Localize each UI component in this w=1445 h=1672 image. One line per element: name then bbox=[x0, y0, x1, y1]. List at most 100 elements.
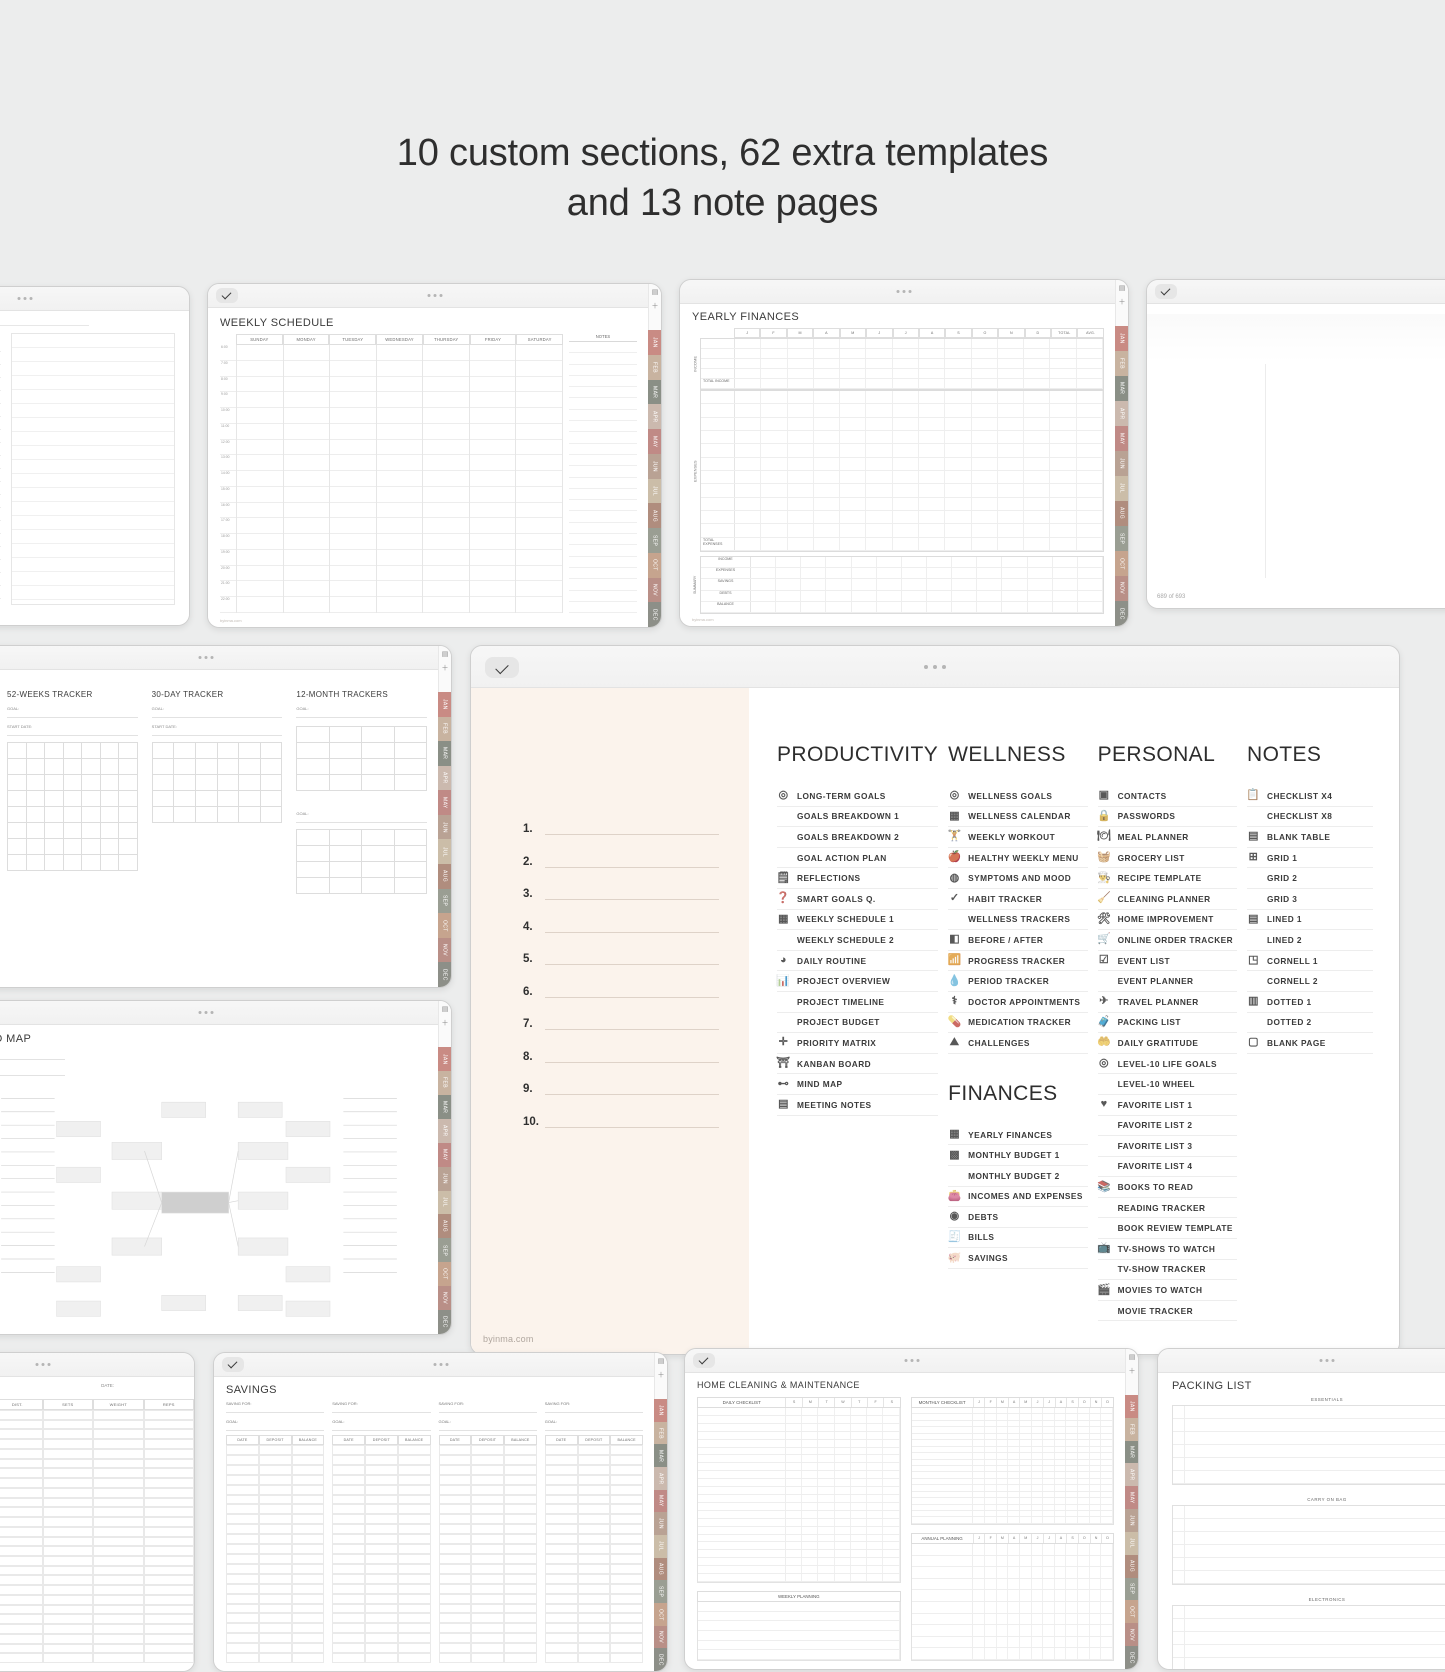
month-tab-may[interactable]: MAY bbox=[438, 1143, 451, 1167]
toc-item[interactable]: ▤BLANK TABLE bbox=[1247, 827, 1373, 848]
table-row[interactable] bbox=[698, 1432, 900, 1440]
table-row[interactable] bbox=[0, 1614, 194, 1624]
table-row[interactable] bbox=[332, 1514, 430, 1524]
table-row[interactable] bbox=[332, 1465, 430, 1475]
table-row[interactable] bbox=[226, 1574, 324, 1584]
toc-item[interactable]: ⚕DOCTOR APPOINTMENTS bbox=[948, 992, 1087, 1013]
month-tab-may[interactable]: MAY bbox=[438, 790, 451, 815]
month-tab-jan[interactable]: JAN bbox=[1125, 1395, 1138, 1418]
table-row[interactable] bbox=[698, 1416, 900, 1424]
toc-item[interactable]: 🛒ONLINE ORDER TRACKER bbox=[1098, 930, 1237, 951]
day-column[interactable] bbox=[236, 345, 283, 613]
list-item[interactable]: 5. bbox=[523, 953, 719, 965]
toc-item[interactable]: ◧BEFORE / AFTER bbox=[948, 930, 1087, 951]
toc-item[interactable]: •FAVORITE LIST 3 bbox=[1098, 1136, 1237, 1157]
toc-item[interactable]: •READING TRACKER bbox=[1098, 1198, 1237, 1219]
write-line[interactable] bbox=[545, 953, 719, 965]
month-tab-nov[interactable]: NOV bbox=[1115, 576, 1128, 601]
toc-item[interactable]: •EVENT PLANNER bbox=[1098, 971, 1237, 992]
toc-item[interactable]: ♥FAVORITE LIST 1 bbox=[1098, 1095, 1237, 1116]
table-row[interactable] bbox=[545, 1584, 643, 1594]
toc-item[interactable]: •TV-SHOW TRACKER bbox=[1098, 1260, 1237, 1281]
table-row[interactable] bbox=[439, 1594, 537, 1604]
table-row[interactable] bbox=[439, 1584, 537, 1594]
list-item[interactable]: 6. bbox=[523, 986, 719, 998]
table-row[interactable] bbox=[545, 1623, 643, 1633]
write-line[interactable] bbox=[545, 1083, 719, 1095]
table-row[interactable] bbox=[226, 1544, 324, 1554]
table-row[interactable] bbox=[439, 1633, 537, 1643]
month-tab-aug[interactable]: AUG bbox=[1115, 501, 1128, 526]
month-tab-jan[interactable]: JAN bbox=[438, 1047, 451, 1071]
table-row[interactable] bbox=[439, 1604, 537, 1614]
toc-item[interactable]: •GRID 3 bbox=[1247, 889, 1373, 910]
table-row[interactable] bbox=[698, 1495, 900, 1503]
chevron-down-icon[interactable] bbox=[222, 1357, 244, 1372]
toc-item[interactable]: •DOTTED 2 bbox=[1247, 1013, 1373, 1034]
toc-item[interactable]: •WEEKLY SCHEDULE 2 bbox=[777, 930, 938, 951]
month-tab-oct[interactable]: OCT bbox=[1125, 1600, 1138, 1623]
month-tab-oct[interactable]: OCT bbox=[1115, 551, 1128, 576]
table-row[interactable] bbox=[0, 1459, 194, 1469]
table-row[interactable] bbox=[226, 1584, 324, 1594]
toc-item[interactable]: 🛠HOME IMPROVEMENT bbox=[1098, 910, 1237, 931]
month-tab-rail[interactable]: JANFEBMARAPRMAYJUNJULAUGSEPOCTNOVDEC bbox=[1115, 326, 1128, 626]
toc-item[interactable]: •CORNELL 2 bbox=[1247, 971, 1373, 992]
table-row[interactable] bbox=[545, 1544, 643, 1554]
month-tab-jul[interactable]: JUL bbox=[1115, 476, 1128, 501]
table-row[interactable] bbox=[0, 1546, 194, 1556]
write-line[interactable] bbox=[545, 856, 719, 868]
table-row[interactable] bbox=[0, 1507, 194, 1517]
page-toolbar[interactable]: ▤＋ bbox=[1115, 280, 1128, 326]
table-row[interactable] bbox=[701, 431, 1103, 444]
toc-item[interactable]: •LINED 2 bbox=[1247, 930, 1373, 951]
toc-item[interactable]: 🗒REFLECTIONS bbox=[777, 868, 938, 889]
tablet-mind-map[interactable]: MIND MAP PROJECT: DATE: byinma.com ▤＋ JA… bbox=[0, 1000, 452, 1335]
table-row[interactable] bbox=[226, 1465, 324, 1475]
write-line[interactable] bbox=[545, 823, 719, 835]
toc-item[interactable]: 🍎HEALTHY WEEKLY MENU bbox=[948, 848, 1087, 869]
table-row[interactable] bbox=[226, 1514, 324, 1524]
table-row[interactable] bbox=[332, 1574, 430, 1584]
table-row[interactable] bbox=[545, 1465, 643, 1475]
day-column[interactable] bbox=[283, 345, 330, 613]
table-row[interactable] bbox=[439, 1554, 537, 1564]
list-item[interactable]: 3. bbox=[523, 888, 719, 900]
month-tab-sep[interactable]: SEP bbox=[438, 1238, 451, 1262]
tablet-exercise-log[interactable]: DATE: EXERCISETIMEDIST.SETSWEIGHTREPS bbox=[0, 1352, 195, 1672]
table-row[interactable] bbox=[332, 1485, 430, 1495]
table-row[interactable]: TOTAL INCOME bbox=[701, 379, 1103, 389]
write-line[interactable] bbox=[545, 921, 719, 933]
month-tab-may[interactable]: MAY bbox=[1115, 426, 1128, 451]
toc-item[interactable]: 🔒PASSWORDS bbox=[1098, 807, 1237, 828]
table-row[interactable] bbox=[226, 1623, 324, 1633]
table-row[interactable] bbox=[332, 1475, 430, 1485]
month-tab-mar[interactable]: MAR bbox=[648, 380, 661, 405]
table-row[interactable] bbox=[332, 1455, 430, 1465]
numbered-notes-panel[interactable]: 1.2.3.4.5.6.7.8.9.10. byinma.com bbox=[471, 688, 749, 1354]
table-row[interactable] bbox=[545, 1534, 643, 1544]
table-row[interactable] bbox=[698, 1550, 900, 1558]
tablet-savings[interactable]: SAVINGS SAVING FOR:GOAL:DATEDEPOSITBALAN… bbox=[213, 1352, 668, 1672]
month-tab-apr[interactable]: APR bbox=[1125, 1463, 1138, 1486]
toc-item[interactable]: ✈TRAVEL PLANNER bbox=[1098, 992, 1237, 1013]
table-row[interactable] bbox=[698, 1448, 900, 1456]
month-tab-jan[interactable]: JAN bbox=[1115, 326, 1128, 351]
month-tab-may[interactable]: MAY bbox=[648, 429, 661, 454]
table-row[interactable] bbox=[332, 1604, 430, 1614]
toc-item[interactable]: ☑EVENT LIST bbox=[1098, 951, 1237, 972]
tracker-grid[interactable] bbox=[296, 829, 427, 894]
month-tab-nov[interactable]: NOV bbox=[654, 1626, 667, 1649]
table-row[interactable] bbox=[0, 1488, 194, 1498]
table-row[interactable] bbox=[0, 1478, 194, 1488]
toc-item[interactable]: 👛INCOMES AND EXPENSES bbox=[948, 1187, 1087, 1208]
table-row[interactable] bbox=[439, 1564, 537, 1574]
packing-section-rows[interactable] bbox=[1172, 1505, 1445, 1585]
table-row[interactable] bbox=[545, 1604, 643, 1614]
table-row[interactable] bbox=[701, 369, 1103, 379]
toc-item[interactable]: ▤MEETING NOTES bbox=[777, 1095, 938, 1116]
table-row[interactable] bbox=[545, 1594, 643, 1604]
table-row[interactable] bbox=[698, 1503, 900, 1511]
day-column[interactable] bbox=[422, 345, 469, 613]
table-row[interactable] bbox=[332, 1544, 430, 1554]
